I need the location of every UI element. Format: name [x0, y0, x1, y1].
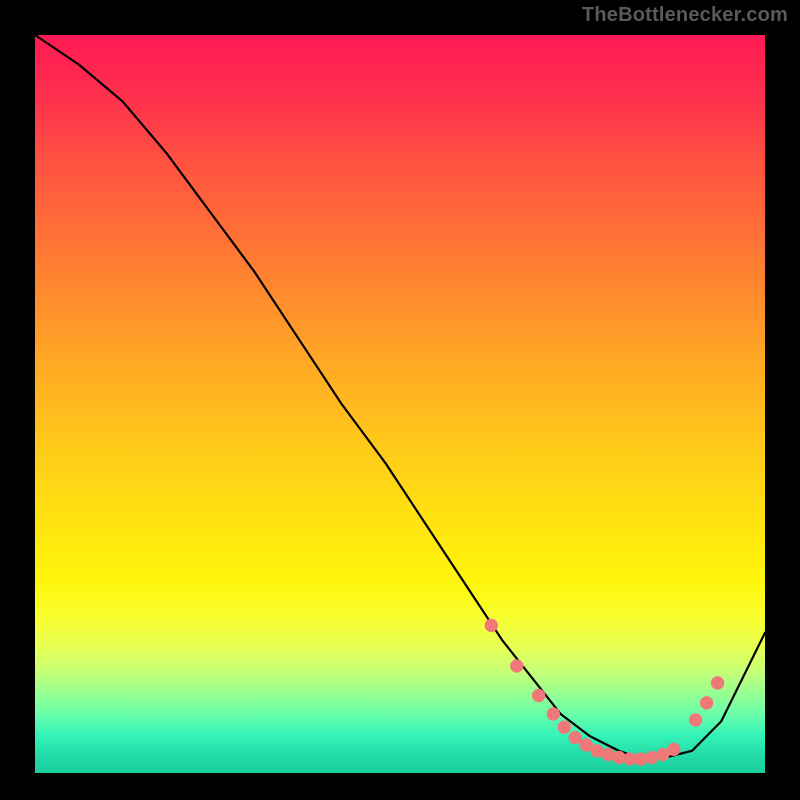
bottleneck-curve	[35, 35, 765, 758]
curve-marker	[667, 743, 680, 756]
curve-marker	[569, 731, 582, 744]
curve-marker	[485, 619, 498, 632]
curve-marker	[689, 713, 702, 726]
chart-area	[35, 35, 765, 773]
curve-marker	[510, 659, 523, 672]
curve-marker	[532, 689, 545, 702]
attribution-text: TheBottlenecker.com	[582, 4, 788, 27]
curve-marker	[558, 721, 571, 734]
curve-marker	[700, 696, 713, 709]
curve-marker	[711, 676, 724, 689]
curve-marker	[547, 707, 560, 720]
chart-svg	[35, 35, 765, 773]
